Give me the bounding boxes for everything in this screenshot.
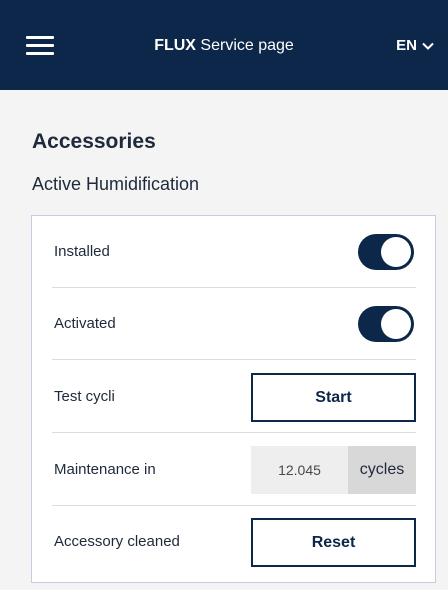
toggle-knob — [381, 309, 411, 339]
maintenance-unit: cycles — [348, 446, 416, 494]
language-selector[interactable]: EN — [396, 36, 434, 56]
installed-row: Installed — [52, 216, 416, 288]
test-cycli-label: Test cycli — [54, 388, 115, 405]
activated-row: Activated — [52, 288, 416, 360]
installed-label: Installed — [54, 243, 110, 260]
page-title: FLUX Service page — [0, 36, 448, 56]
maintenance-label: Maintenance in — [54, 461, 156, 478]
maintenance-row: Maintenance in 12.045 cycles — [52, 434, 416, 506]
section-subtitle: Active Humidification — [32, 174, 200, 194]
header-bar: FLUX Service page EN — [0, 0, 448, 90]
installed-toggle[interactable] — [358, 234, 414, 270]
test-cycli-row: Test cycli Start — [52, 361, 416, 433]
activated-toggle[interactable] — [358, 306, 414, 342]
section-title: Accessories — [32, 130, 156, 153]
toggle-knob — [381, 237, 411, 267]
activated-label: Activated — [54, 315, 116, 332]
accessory-panel: Installed Activated Test cycli Start Mai… — [31, 215, 436, 583]
chevron-down-icon — [422, 42, 434, 50]
accessory-cleaned-row: Accessory cleaned Reset — [52, 506, 416, 578]
page-title-text: Service page — [200, 37, 294, 54]
maintenance-value: 12.045 — [251, 446, 348, 494]
reset-button[interactable]: Reset — [251, 518, 416, 567]
brand-name: FLUX — [154, 37, 196, 54]
maintenance-counter: 12.045 cycles — [251, 446, 416, 494]
accessory-cleaned-label: Accessory cleaned — [54, 533, 180, 550]
language-label: EN — [396, 37, 417, 54]
start-button[interactable]: Start — [251, 373, 416, 422]
